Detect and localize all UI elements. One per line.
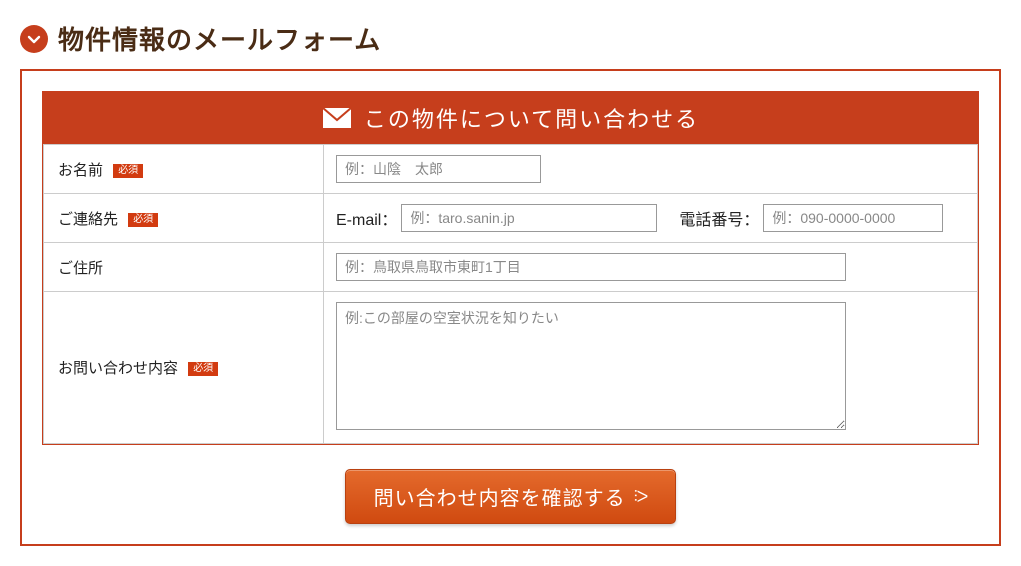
required-badge: 必須 [113,164,143,178]
required-badge: 必須 [128,213,158,227]
tel-input[interactable] [763,204,943,232]
body-textarea[interactable] [336,302,846,430]
label-name: お名前 必須 [44,145,324,194]
required-badge: 必須 [188,362,218,376]
chevron-down-circle-icon [20,25,48,53]
label-contact-text: ご連絡先 [58,211,118,228]
submit-button[interactable]: 問い合わせ内容を確認する ⫶ᐳ [345,469,677,524]
form-container: この物件について問い合わせる お名前 必須 ご連絡先 必須 E [20,69,1001,546]
address-input[interactable] [336,253,846,281]
name-input[interactable] [336,155,541,183]
label-name-text: お名前 [58,162,103,179]
page-title: 物件情報のメールフォーム [58,20,381,57]
form-table: お名前 必須 ご連絡先 必須 E-mail： 電話番号： [43,144,978,444]
label-address-text: ご住所 [58,260,103,277]
form-header: この物件について問い合わせる [43,92,978,144]
label-body-text: お問い合わせ内容 [58,360,178,377]
email-input[interactable] [401,204,657,232]
mail-icon [322,107,352,129]
form-header-text: この物件について問い合わせる [364,102,699,134]
label-email: E-mail： [336,206,397,230]
label-tel: 電話番号： [679,206,759,230]
label-body: お問い合わせ内容 必須 [44,292,324,444]
submit-button-label: 問い合わせ内容を確認する [374,482,626,511]
arrow-dots-icon: ⫶ᐳ [634,487,648,507]
label-contact: ご連絡先 必須 [44,194,324,243]
label-address: ご住所 [44,243,324,292]
